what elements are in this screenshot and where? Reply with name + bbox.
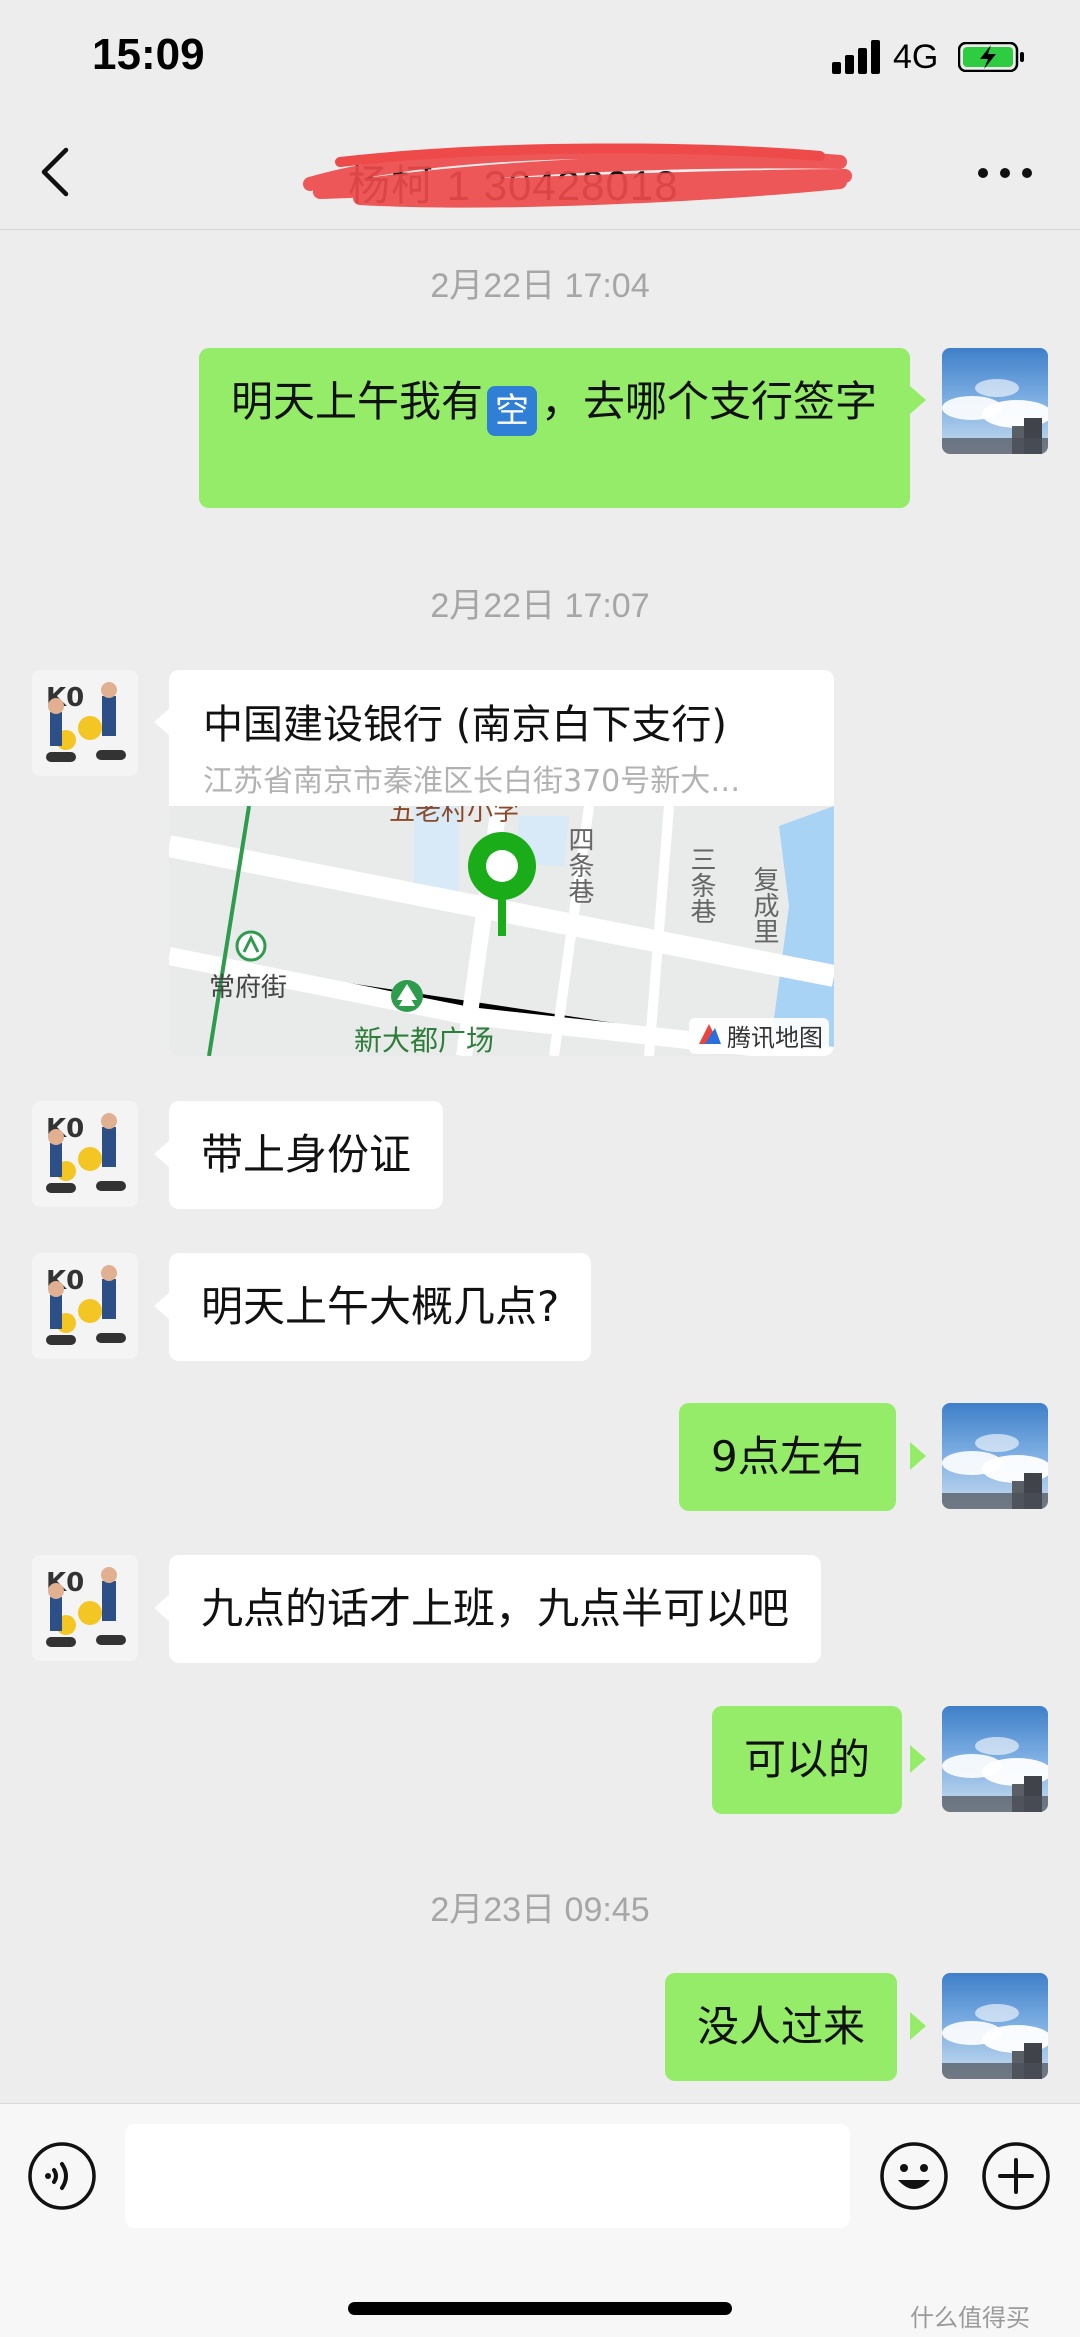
message-text: 明天上午大概几点? <box>201 1282 560 1331</box>
contact-avatar[interactable]: K0 <box>32 1101 138 1207</box>
map-label-lane4: 四条巷 <box>564 826 594 904</box>
voice-input-icon[interactable] <box>26 2140 98 2212</box>
signal-icon <box>832 40 880 74</box>
location-title: 中国建设银行 (南京白下支行) <box>203 702 727 748</box>
contact-message-bubble[interactable]: 九点的话才上班，九点半可以吧 <box>169 1555 822 1663</box>
location-map[interactable]: 五老村小学 四条巷 三条巷 复成里 常府街 新大都广场 腾讯地图 <box>169 806 834 1056</box>
back-chevron-icon[interactable] <box>36 142 76 202</box>
map-label-station: 常府街 <box>209 973 287 1003</box>
message-text: 9点左右 <box>711 1432 864 1481</box>
redaction-scribble <box>303 143 852 208</box>
message-text: ，去哪个支行签字 <box>541 377 878 426</box>
my-avatar[interactable] <box>942 348 1048 454</box>
my-message-bubble[interactable]: 没人过来 <box>665 1973 898 2081</box>
map-label-fucheng: 复成里 <box>749 866 779 944</box>
timestamp: 2月22日 17:07 <box>430 587 650 625</box>
battery-charging-icon <box>958 42 1024 72</box>
map-label-plaza: 新大都广场 <box>354 1024 494 1056</box>
contact-message-bubble[interactable]: 明天上午大概几点? <box>169 1253 592 1361</box>
watermark: 什么值得买 <box>910 2304 1030 2332</box>
bubble-tail <box>154 1140 170 1168</box>
my-avatar[interactable] <box>942 1973 1048 2079</box>
status-bar: 15:09 4G <box>0 0 1080 118</box>
message-text: 九点的话才上班，九点半可以吧 <box>201 1584 790 1633</box>
map-provider: 腾讯地图 <box>727 1024 823 1052</box>
bubble-tail <box>154 708 170 736</box>
my-avatar[interactable] <box>942 1706 1048 1812</box>
kong-emoji: 空 <box>487 386 538 436</box>
message-text: 没人过来 <box>697 2002 866 2051</box>
message-text: 可以的 <box>744 1735 871 1784</box>
message-text: 带上身份证 <box>201 1130 412 1179</box>
timestamp: 2月22日 17:04 <box>430 267 650 305</box>
contact-avatar[interactable]: K0 <box>32 670 138 776</box>
contact-avatar[interactable]: K0 <box>32 1555 138 1661</box>
my-message-bubble[interactable]: 可以的 <box>712 1706 903 1814</box>
chat-title-area: 杨柯 1 30428018 <box>300 132 860 212</box>
my-message-bubble[interactable]: 9点左右 <box>679 1403 896 1511</box>
bubble-tail <box>910 2012 926 2040</box>
location-address: 江苏省南京市秦淮区长白街370号新大… <box>203 764 741 799</box>
nav-bar: 杨柯 1 30428018 <box>0 118 1080 230</box>
my-avatar[interactable] <box>942 1403 1048 1509</box>
map-label-school: 五老村小学 <box>389 806 519 827</box>
contact-message-bubble[interactable]: 带上身份证 <box>169 1101 444 1209</box>
bubble-tail <box>910 1442 926 1470</box>
home-indicator <box>348 2302 732 2315</box>
bubble-tail <box>910 1745 926 1773</box>
message-input[interactable] <box>125 2124 850 2228</box>
more-options-icon[interactable] <box>975 163 1035 183</box>
emoji-icon[interactable] <box>878 2140 950 2212</box>
network-type: 4G <box>893 38 939 76</box>
contact-avatar[interactable]: K0 <box>32 1253 138 1359</box>
plus-icon[interactable] <box>980 2140 1052 2212</box>
bubble-tail <box>910 386 926 414</box>
status-time: 15:09 <box>92 30 205 79</box>
location-card[interactable]: 中国建设银行 (南京白下支行) 江苏省南京市秦淮区长白街370号新大… 五老村小… <box>169 670 834 1056</box>
message-text: 明天上午我有 <box>231 377 484 426</box>
timestamp: 2月23日 09:45 <box>430 1891 650 1929</box>
bubble-tail <box>154 1594 170 1622</box>
map-label-lane3: 三条巷 <box>686 846 716 924</box>
my-message-bubble[interactable]: 明天上午我有空，去哪个支行签字 <box>199 348 910 508</box>
bubble-tail <box>154 1292 170 1320</box>
